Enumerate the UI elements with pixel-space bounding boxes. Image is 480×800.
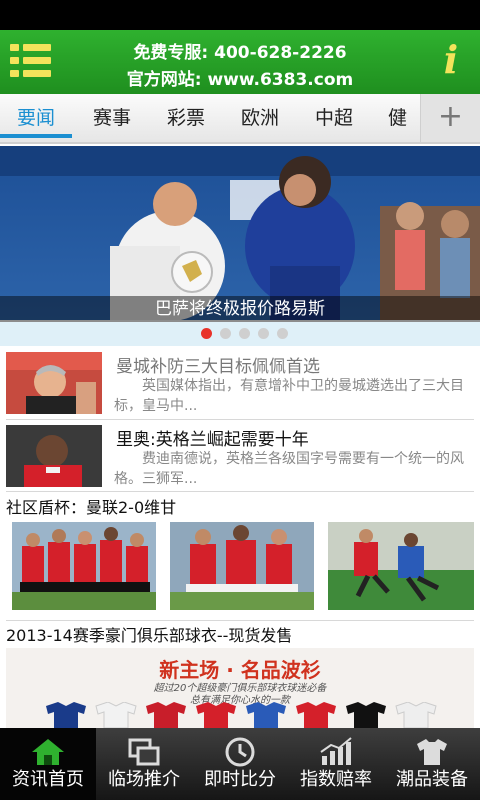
bottom-navigation: 资讯首页 临场推介 即时比分 指数赔率 潮品装备: [0, 728, 480, 800]
divider: [6, 491, 474, 492]
slide-dot-3[interactable]: [239, 328, 250, 339]
nav-odds[interactable]: 指数赔率: [288, 728, 384, 800]
nav-label: 潮品装备: [396, 769, 468, 790]
promo-title[interactable]: 2013-14赛季豪门俱乐部球衣--现货发售: [6, 622, 292, 646]
jersey-row: [46, 702, 437, 728]
news-item-2[interactable]: 里奥:英格兰崛起需要十年 费迪南德说，英格兰各级国字号需要有一个统一的风格。三狮…: [0, 421, 480, 489]
news-title: 里奥:英格兰崛起需要十年: [116, 430, 309, 450]
tab-csl[interactable]: 中超: [298, 94, 370, 142]
slide-dot-4[interactable]: [258, 328, 269, 339]
slide-dot-2[interactable]: [220, 328, 231, 339]
chart-icon: [320, 737, 352, 765]
hotline-text: 免费专服: 400-628-2226: [133, 43, 347, 63]
home-icon: [32, 739, 64, 765]
slide-dot-1[interactable]: [201, 328, 212, 339]
news-thumbnail: [6, 352, 102, 414]
nav-gear[interactable]: 潮品装备: [384, 728, 480, 800]
community-title[interactable]: 社区盾杯：曼联2-0维甘: [6, 494, 176, 518]
headline-banner[interactable]: [0, 146, 480, 320]
news-thumbnail: [6, 425, 102, 487]
tab-matches[interactable]: 赛事: [76, 94, 148, 142]
nav-label: 资讯首页: [12, 769, 84, 790]
nav-label: 临场推介: [108, 769, 180, 790]
divider: [6, 620, 474, 621]
news-summary: 费迪南德说，英格兰各级国字号需要有一个统一的风格。三狮军...: [114, 451, 464, 487]
status-bar: [0, 0, 480, 30]
news-title: 曼城补防三大目标佩佩首选: [116, 357, 320, 377]
nav-live-scores[interactable]: 即时比分: [192, 728, 288, 800]
tab-lottery[interactable]: 彩票: [150, 94, 222, 142]
slide-dot-5[interactable]: [277, 328, 288, 339]
add-tab-icon[interactable]: +: [420, 94, 480, 142]
tab-active-indicator: [0, 134, 72, 138]
app-header: 免费专服: 400-628-2226 官方网站: www.6383.com i: [0, 30, 480, 94]
clock-icon: [225, 737, 255, 767]
nav-label: 即时比分: [204, 769, 276, 790]
banner-caption[interactable]: 巴萨将终极报价路易斯: [0, 296, 480, 322]
community-photo-3[interactable]: [328, 522, 474, 610]
info-icon[interactable]: i: [436, 38, 466, 82]
divider: [6, 419, 474, 420]
category-tabs: 要闻 赛事 彩票 欧洲 中超 健: [0, 94, 480, 144]
tab-europe[interactable]: 欧洲: [224, 94, 296, 142]
banner-photo: [0, 146, 480, 320]
windows-icon: [128, 738, 160, 766]
jersey-promo-banner[interactable]: 新主场 · 名品波衫 超过20个超级豪门俱乐部球衣球迷必备 总有满足你心水的一款: [6, 648, 474, 728]
community-photo-1[interactable]: [12, 522, 156, 610]
nav-label: 指数赔率: [300, 769, 372, 790]
community-photo-2[interactable]: [170, 522, 314, 610]
shirt-icon: [417, 739, 447, 765]
slide-indicator: [0, 322, 480, 346]
nav-recommendations[interactable]: 临场推介: [96, 728, 192, 800]
news-item-1[interactable]: 曼城补防三大目标佩佩首选 英国媒体指出，有意增补中卫的曼城遴选出了三大目标，皇马…: [0, 348, 480, 416]
news-summary: 英国媒体指出，有意增补中卫的曼城遴选出了三大目标，皇马中...: [114, 378, 464, 414]
nav-home[interactable]: 资讯首页: [0, 728, 96, 800]
website-text: 官方网站: www.6383.com: [126, 70, 354, 90]
tab-health[interactable]: 健: [378, 94, 418, 142]
